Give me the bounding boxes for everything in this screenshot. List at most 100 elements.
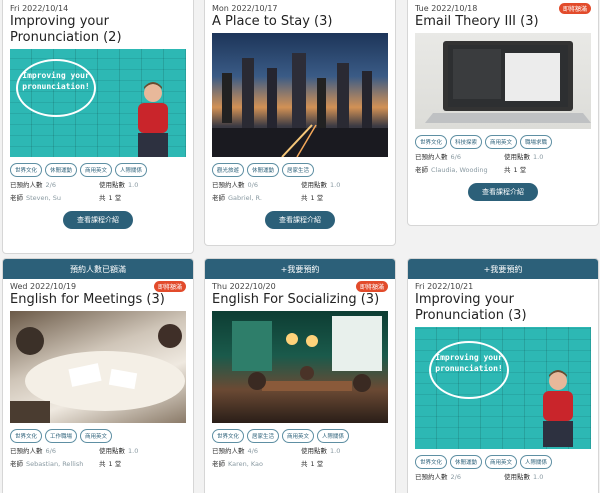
card-meta: Mon 2022/10/17 [205,1,395,13]
course-grid: Fri 2022/10/14 Improving your Pronunciat… [0,0,600,493]
teacher-value: Claudia, Wooding [431,166,488,174]
teacher-label: 老師 [415,166,428,174]
tag[interactable]: 商用英文 [80,163,113,177]
tag[interactable]: 人際關係 [115,163,148,177]
card-meta: Wed 2022/10/19 即將額滿 [3,279,193,292]
course-date: Wed 2022/10/19 [10,282,77,291]
course-title[interactable]: Email Theory III (3) [408,13,598,30]
tag-list: 世界文化 工作職場 商用英文 [3,423,193,445]
tag[interactable]: 工作職場 [45,429,78,443]
tag-list: 世界文化 科技探索 商用英文 職場求職 [408,129,598,151]
total-label: 共 [504,166,511,174]
tag[interactable]: 休閒運動 [450,455,483,469]
unit-label: 堂 [519,166,527,174]
booked-label: 已預約人數 [415,153,448,161]
tag[interactable]: 商用英文 [485,135,518,149]
info-row: 老師 Steven, Su 共1 堂 [3,192,193,205]
tag[interactable]: 商用英文 [282,429,315,443]
course-image[interactable] [10,311,186,423]
laptop-illustration [425,41,591,123]
teacher-label: 老師 [10,194,23,202]
teacher-value: Gabriel, R. [228,194,262,202]
course-date: Tue 2022/10/18 [415,4,478,13]
course-date: Mon 2022/10/17 [212,4,278,13]
almost-full-badge: 即將額滿 [153,281,186,292]
tag-list: 觀光旅遊 休閒運動 居家生活 [205,157,395,179]
tag[interactable]: 世界文化 [415,135,448,149]
info-row: 老師 Karen, Kao 共1 堂 [205,458,395,471]
card-meta: Tue 2022/10/18 即將額滿 [408,1,598,14]
course-date: Fri 2022/10/14 [10,4,69,13]
lesson-count: 1 [108,460,113,468]
info-row: 老師 Claudia, Wooding 共1 堂 [408,164,598,177]
course-image[interactable]: Improving your pronunciation! [415,327,591,449]
tag[interactable]: 世界文化 [415,455,448,469]
points-value: 1.0 [533,473,544,481]
course-title[interactable]: English for Meetings (3) [3,291,193,308]
tag[interactable]: 人際關係 [520,455,553,469]
tag[interactable]: 居家生活 [282,163,315,177]
tag[interactable]: 觀光旅遊 [212,163,245,177]
tag[interactable]: 世界文化 [10,429,43,443]
course-date: Fri 2022/10/21 [415,282,474,291]
tag[interactable]: 商用英文 [80,429,113,443]
course-title[interactable]: Improving your Pronunciation (3) [408,291,598,324]
points-label: 使用點數 [99,447,125,455]
tag[interactable]: 商用英文 [485,455,518,469]
tag[interactable]: 休閒運動 [45,163,78,177]
restaurant-illustration [232,316,382,392]
total-label: 共 [99,460,106,468]
book-now-bar[interactable]: +我要預約 [408,259,598,279]
booking-full-bar[interactable]: 預約人數已額滿 [3,259,193,279]
course-title[interactable]: Improving your Pronunciation (2) [3,13,193,46]
tag[interactable]: 世界文化 [212,429,245,443]
course-image[interactable] [415,33,591,129]
almost-full-badge: 即將額滿 [558,3,591,14]
teacher-value: Karen, Kao [228,460,264,468]
info-row: 已預約人數 4/6 使用點數 1.0 [205,445,395,458]
course-card: Mon 2022/10/17 A Place to Stay (3) 觀光旅遊 … [204,0,396,246]
total-label: 共 [301,194,308,202]
tag[interactable]: 居家生活 [247,429,280,443]
info-row: 已預約人數 0/6 使用點數 1.0 [205,179,395,192]
lesson-count: 1 [310,194,315,202]
tag[interactable]: 科技探索 [450,135,483,149]
tag[interactable]: 世界文化 [10,163,43,177]
info-row: 已預約人數 2/6 使用點數 1.0 [3,179,193,192]
course-image[interactable] [212,33,388,157]
course-image[interactable]: Improving your pronunciation! [10,49,186,157]
book-now-bar[interactable]: +我要預約 [205,259,395,279]
points-label: 使用點數 [504,473,530,481]
points-label: 使用點數 [99,181,125,189]
course-title[interactable]: English For Socializing (3) [205,291,395,308]
total-label: 共 [301,460,308,468]
course-card: Fri 2022/10/14 Improving your Pronunciat… [2,0,194,254]
unit-label: 堂 [316,194,324,202]
view-course-button[interactable]: 查看課程介紹 [63,211,133,229]
course-card: +我要預約 Thu 2022/10/20 即將額滿 English For So… [204,258,396,493]
tag[interactable]: 職場求職 [520,135,553,149]
course-card: 預約人數已額滿 Wed 2022/10/19 即將額滿 English for … [2,258,194,493]
total-label: 共 [99,194,106,202]
points-label: 使用點數 [301,447,327,455]
course-image[interactable] [212,311,388,423]
man-illustration [138,82,168,157]
card-meta: Fri 2022/10/14 [3,1,193,13]
view-course-button[interactable]: 查看課程介紹 [468,183,538,201]
view-course-button[interactable]: 查看課程介紹 [265,211,335,229]
booked-value: 4/6 [247,447,258,455]
unit-label: 堂 [114,194,122,202]
course-title[interactable]: A Place to Stay (3) [205,13,395,30]
card-meta: Thu 2022/10/20 即將額滿 [205,279,395,292]
almost-full-badge: 即將額滿 [355,281,388,292]
tag[interactable]: 休閒運動 [247,163,280,177]
tag-list: 世界文化 休閒運動 商用英文 人際關係 [408,449,598,471]
booked-value: 2/6 [450,473,461,481]
booked-value: 2/6 [45,181,56,189]
teacher-label: 老師 [212,194,225,202]
meeting-illustration [10,324,185,423]
tag[interactable]: 人際關係 [317,429,350,443]
booked-value: 6/6 [450,153,461,161]
booked-value: 0/6 [247,181,258,189]
teacher-label: 老師 [10,460,23,468]
